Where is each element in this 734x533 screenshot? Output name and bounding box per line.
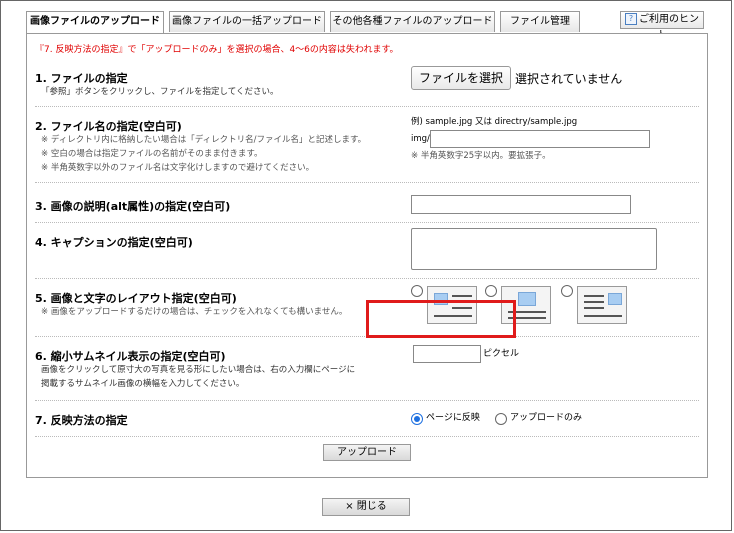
upload-only-label: アップロードのみ bbox=[510, 413, 583, 423]
layout-option-right-radio[interactable] bbox=[561, 285, 573, 297]
choose-file-button[interactable]: ファイルを選択 bbox=[411, 66, 511, 90]
divider bbox=[35, 400, 699, 401]
caption-textarea[interactable] bbox=[411, 228, 657, 270]
help-hint-button[interactable]: ?ご利用のヒント bbox=[620, 11, 704, 41]
tab-file-management[interactable]: ファイル管理 bbox=[500, 11, 580, 32]
section6-title: 6. 縮小サムネイル表示の指定(空白可) bbox=[35, 350, 226, 363]
section5-note: ※ 画像をアップロードするだけの場合は、チェックを入れなくても構いません。 bbox=[41, 307, 348, 317]
alt-text-input[interactable] bbox=[411, 195, 631, 214]
section5-title: 5. 画像と文字のレイアウト指定(空白可) bbox=[35, 292, 237, 305]
section6-desc-1: 画像をクリックして原寸大の写真を見る形にしたい場合は、右の入力欄にページに bbox=[41, 365, 356, 375]
close-button[interactable]: × 閉じる bbox=[322, 498, 410, 516]
file-status-text: 選択されていません bbox=[515, 72, 623, 86]
section2-title: 2. ファイル名の指定(空白可) bbox=[35, 120, 182, 133]
tab-bulk-image-upload[interactable]: 画像ファイルの一括アップロード bbox=[169, 11, 325, 32]
section2-note-1: ※ ディレクトリ内に格納したい場合は「ディレクトリ名/ファイル名」と記述します。 bbox=[41, 135, 367, 145]
section1-desc: 「参照」ボタンをクリックし、ファイルを指定してください。 bbox=[41, 87, 279, 97]
filename-input[interactable] bbox=[430, 130, 650, 148]
layout-option-left-radio[interactable] bbox=[411, 285, 423, 297]
layout-image-right-icon[interactable] bbox=[577, 286, 627, 324]
section2-note-2: ※ 空白の場合は指定ファイルの名前がそのまま付きます。 bbox=[41, 149, 263, 159]
divider bbox=[35, 278, 699, 279]
filename-example: 例) sample.jpg 又は directry/sample.jpg bbox=[411, 117, 578, 127]
pixel-unit-label: ピクセル bbox=[483, 349, 520, 359]
upload-only-radio[interactable] bbox=[495, 413, 507, 425]
notice-text: 『7. 反映方法の指定』で「アップロードのみ」を選択の場合、4〜6の内容は失われ… bbox=[35, 45, 399, 55]
divider bbox=[35, 436, 699, 437]
section6-desc-2: 掲載するサムネイル画像の横幅を入力してください。 bbox=[41, 379, 245, 389]
tab-other-file-upload[interactable]: その他各種ファイルのアップロード bbox=[330, 11, 495, 32]
reflect-to-page-radio[interactable] bbox=[411, 413, 423, 425]
upload-form-panel: 『7. 反映方法の指定』で「アップロードのみ」を選択の場合、4〜6の内容は失われ… bbox=[26, 33, 708, 478]
section3-title: 3. 画像の説明(alt属性)の指定(空白可) bbox=[35, 200, 231, 213]
upload-button[interactable]: アップロード bbox=[323, 444, 411, 461]
section2-note-3: ※ 半角英数字以外のファイル名は文字化けしますので避けてください。 bbox=[41, 163, 315, 173]
question-icon: ? bbox=[625, 13, 637, 25]
section7-title: 7. 反映方法の指定 bbox=[35, 414, 128, 427]
layout-option-top-radio[interactable] bbox=[485, 285, 497, 297]
highlight-box bbox=[366, 300, 516, 338]
divider bbox=[35, 182, 699, 183]
filename-prefix: img/ bbox=[411, 134, 430, 144]
divider bbox=[35, 106, 699, 107]
section1-title: 1. ファイルの指定 bbox=[35, 72, 128, 85]
filename-hint: ※ 半角英数字25字以内。要拡張子。 bbox=[411, 151, 551, 161]
tab-image-upload[interactable]: 画像ファイルのアップロード bbox=[26, 11, 164, 34]
thumbnail-width-input[interactable] bbox=[413, 345, 481, 363]
reflect-to-page-label: ページに反映 bbox=[426, 413, 480, 423]
divider bbox=[35, 222, 699, 223]
section4-title: 4. キャプションの指定(空白可) bbox=[35, 236, 193, 249]
